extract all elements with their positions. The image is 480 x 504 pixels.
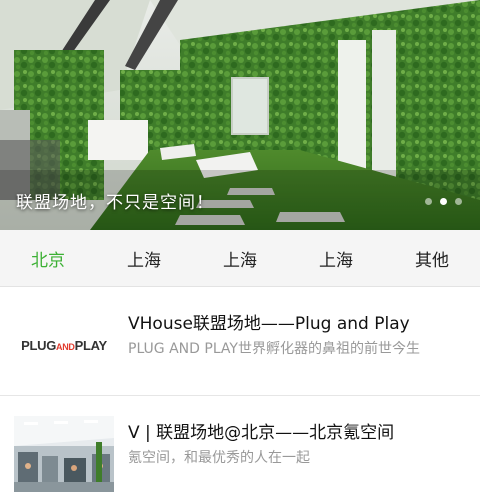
office-photo <box>14 416 114 492</box>
carousel-indicator <box>425 198 462 205</box>
plug-and-play-logo: PLUGANDPLAY <box>21 337 107 353</box>
city-tab-bar: 北京 上海 上海 上海 其他 <box>0 230 480 287</box>
carousel-dot[interactable] <box>455 198 462 205</box>
item-description: PLUG AND PLAY世界孵化器的鼻祖的前世今生 <box>128 341 420 357</box>
tab-shanghai-2[interactable]: 上海 <box>192 230 288 286</box>
tab-beijing[interactable]: 北京 <box>0 230 96 286</box>
list-item-plug-and-play[interactable]: PLUGANDPLAY VHouse联盟场地——Plug and Play PL… <box>0 287 480 396</box>
banner-carousel[interactable]: 联盟场地，不只是空间！ <box>0 0 480 230</box>
banner-caption: 联盟场地，不只是空间！ <box>16 193 214 213</box>
item-title: VHouse联盟场地——Plug and Play <box>128 314 410 334</box>
carousel-dot[interactable] <box>425 198 432 205</box>
list-item-kr-space[interactable]: V | 联盟场地@北京——北京氪空间 氪空间，和最优秀的人在一起 <box>0 396 480 504</box>
plug-and-play-logo-thumbnail: PLUGANDPLAY <box>14 307 114 383</box>
tab-shanghai-1[interactable]: 上海 <box>96 230 192 286</box>
office-photo-thumbnail <box>14 416 114 492</box>
venue-list: PLUGANDPLAY VHouse联盟场地——Plug and Play PL… <box>0 287 480 504</box>
item-description: 氪空间，和最优秀的人在一起 <box>128 450 310 466</box>
tab-other[interactable]: 其他 <box>384 230 480 286</box>
tab-shanghai-3[interactable]: 上海 <box>288 230 384 286</box>
item-title: V | 联盟场地@北京——北京氪空间 <box>128 423 395 443</box>
carousel-dot-active[interactable] <box>440 198 447 205</box>
